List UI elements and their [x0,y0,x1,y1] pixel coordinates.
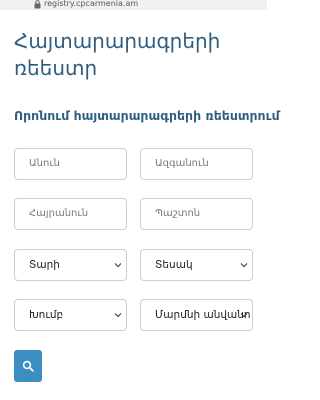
group-select[interactable]: Խումբ [14,299,127,331]
type-select[interactable]: Տեսակ [140,249,253,281]
last-name-input[interactable]: Ազգանուն [140,148,253,180]
patronymic-placeholder: Հայրանուն [29,208,89,219]
year-select[interactable]: Տարի [14,249,127,281]
page-title: Հայտարարագրերի ռեեստր [14,29,221,80]
chevron-down-icon [240,313,248,318]
chevron-down-icon [114,263,122,268]
chevron-down-icon [240,263,248,268]
body-name-select[interactable]: Մարմնի անվանո [140,299,253,331]
group-select-label: Խումբ [29,309,64,321]
lock-icon [34,0,41,9]
position-input[interactable]: Պաշտոն [140,198,253,230]
position-placeholder: Պաշտոն [155,208,201,219]
body-name-select-label: Մարմնի անվանո [155,309,251,321]
type-select-label: Տեսակ [155,259,193,271]
url-text: registry.cpcarmenia.am [44,0,139,8]
search-button[interactable] [14,350,42,382]
first-name-input[interactable]: Անուն [14,148,127,180]
first-name-placeholder: Անուն [29,158,61,169]
last-name-placeholder: Ազգանուն [155,158,209,169]
address-bar[interactable]: registry.cpcarmenia.am [0,0,267,10]
chevron-down-icon [114,313,122,318]
patronymic-input[interactable]: Հայրանուն [14,198,127,230]
year-select-label: Տարի [29,259,60,271]
search-section-title: Որոնում հայտարարագրերի ռեեստրում [14,108,280,123]
search-icon [22,360,34,372]
